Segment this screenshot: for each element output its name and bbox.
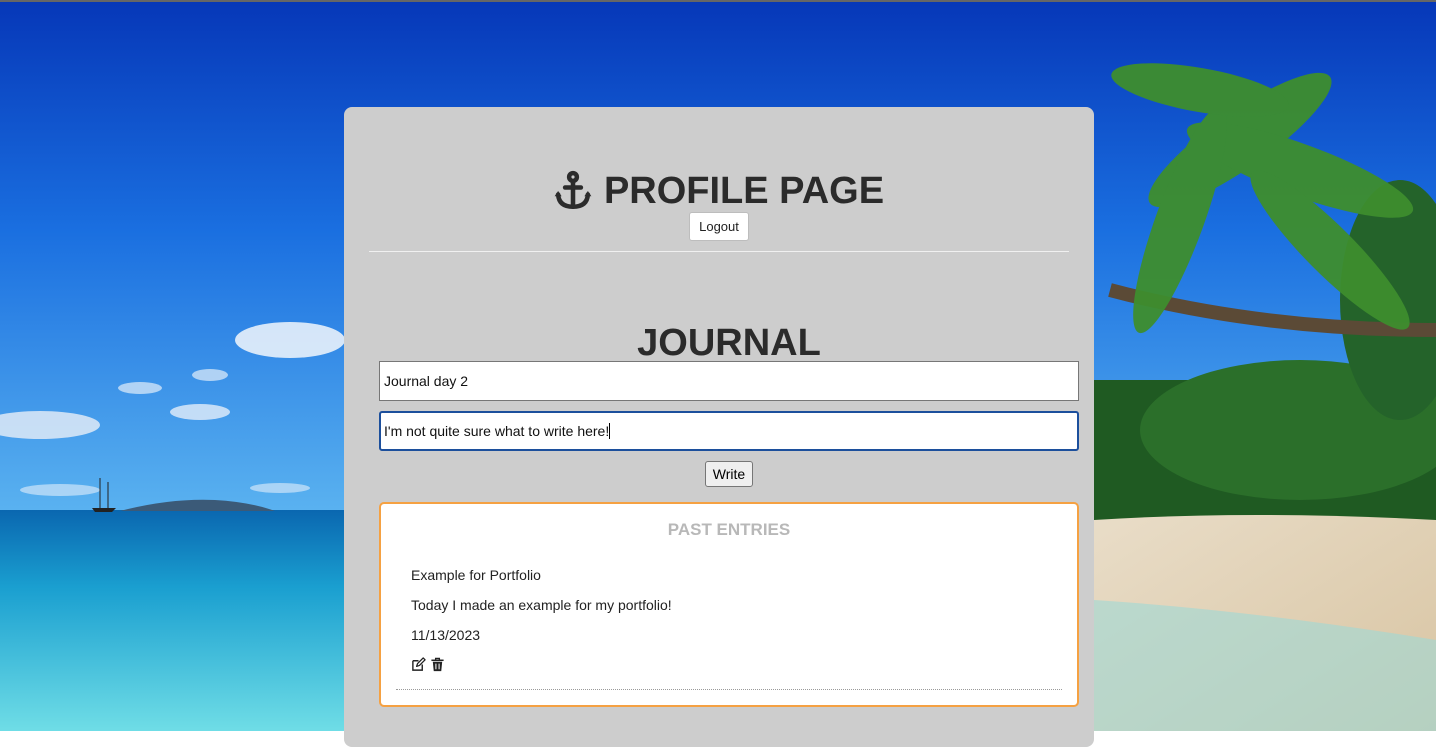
journal-body-input-value: I'm not quite sure what to write here! (384, 423, 610, 439)
write-button[interactable]: Write (705, 461, 753, 487)
entry-title: Example for Portfolio (411, 567, 541, 583)
text-cursor (609, 423, 611, 439)
journal-body-input[interactable]: I'm not quite sure what to write here! (379, 411, 1079, 451)
browser-top-border (0, 0, 1436, 2)
entry-actions (411, 657, 445, 672)
entry-body: Today I made an example for my portfolio… (411, 597, 672, 613)
journal-title: JOURNAL (637, 322, 821, 364)
journal-title-input[interactable]: Journal day 2 (379, 361, 1079, 401)
journal-title-input-value: Journal day 2 (384, 373, 469, 389)
page-header: PROFILE PAGE (0, 168, 1436, 214)
logout-button[interactable]: Logout (689, 212, 749, 241)
anchor-icon (554, 170, 592, 210)
header-divider (369, 251, 1069, 252)
edit-icon[interactable] (411, 657, 426, 672)
entry-date: 11/13/2023 (411, 627, 481, 643)
page-title: PROFILE PAGE (603, 170, 885, 212)
past-entries-heading: PAST ENTRIES (667, 520, 791, 539)
trash-icon[interactable] (430, 657, 445, 672)
entry-divider (396, 689, 1062, 690)
past-entries-panel: PAST ENTRIES Example for Portfolio Today… (379, 502, 1079, 707)
